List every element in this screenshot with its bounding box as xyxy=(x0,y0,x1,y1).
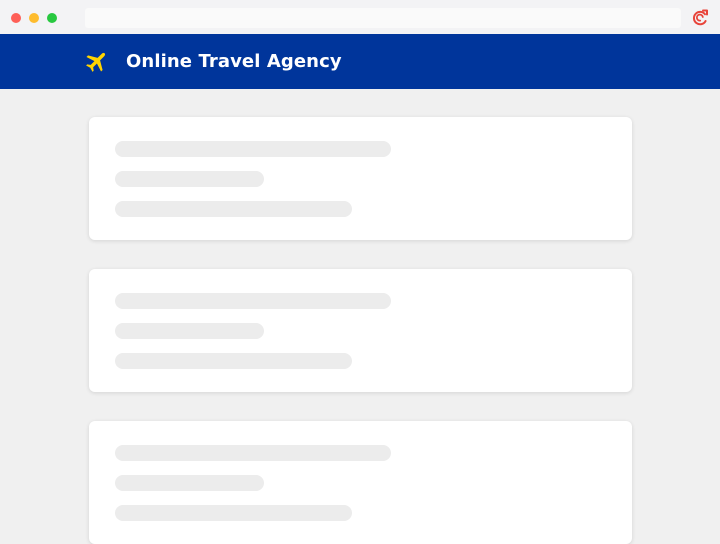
result-card-placeholder xyxy=(89,269,632,392)
skeleton-line xyxy=(115,171,264,187)
app-header: Online Travel Agency xyxy=(0,34,720,89)
refresh-extension-icon[interactable] xyxy=(690,8,710,28)
skeleton-line xyxy=(115,353,352,369)
airplane-icon xyxy=(86,52,106,72)
skeleton-line xyxy=(115,445,391,461)
skeleton-line xyxy=(115,475,264,491)
browser-toolbar xyxy=(0,0,720,34)
skeleton-line xyxy=(115,293,391,309)
skeleton-line xyxy=(115,323,264,339)
skeleton-line xyxy=(115,505,352,521)
result-card-placeholder xyxy=(89,421,632,544)
address-bar[interactable] xyxy=(85,8,681,28)
skeleton-line xyxy=(115,141,391,157)
app-title: Online Travel Agency xyxy=(126,51,342,72)
window-minimize-button[interactable] xyxy=(29,13,39,23)
skeleton-line xyxy=(115,201,352,217)
result-card-placeholder xyxy=(89,117,632,240)
window-close-button[interactable] xyxy=(11,13,21,23)
window-maximize-button[interactable] xyxy=(47,13,57,23)
